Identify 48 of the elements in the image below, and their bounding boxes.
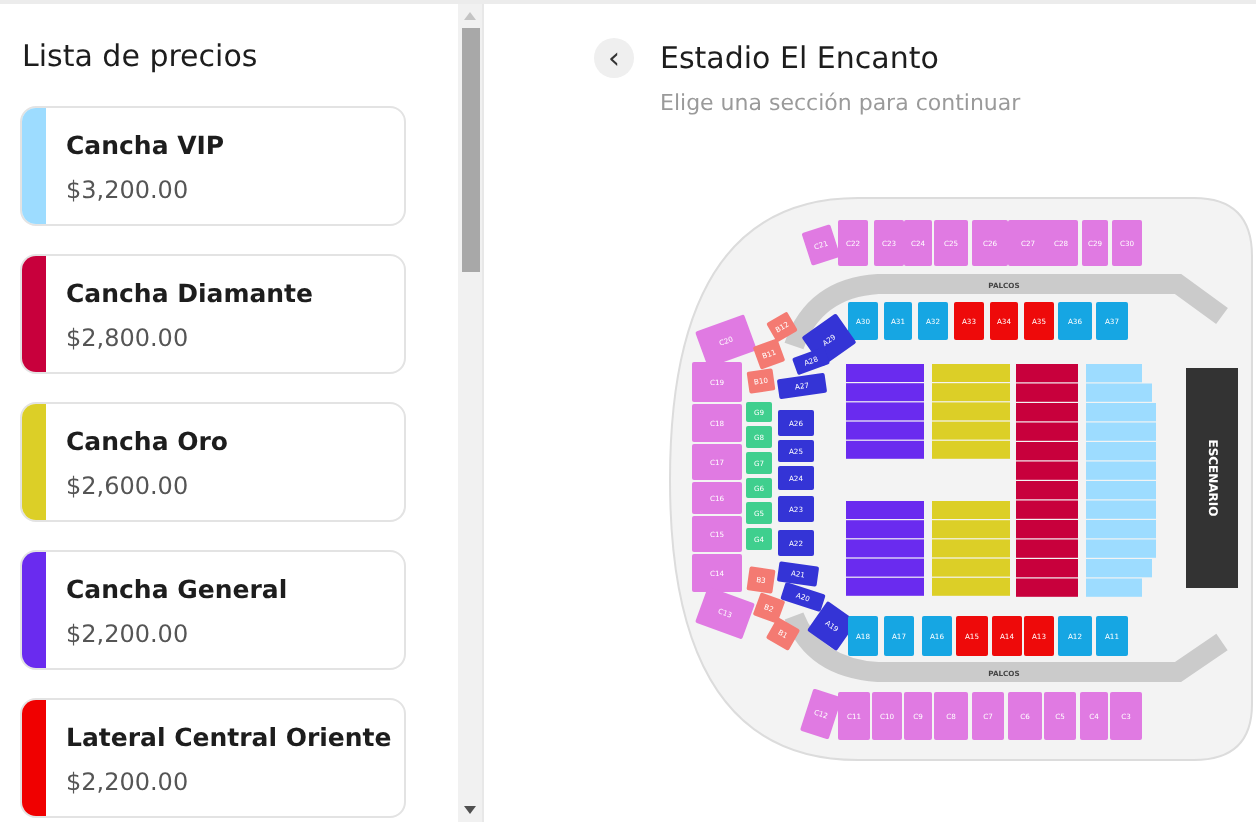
field-section[interactable] bbox=[1086, 481, 1156, 500]
field-section[interactable] bbox=[1086, 559, 1152, 578]
panel-title: Lista de precios bbox=[22, 38, 260, 74]
field-section[interactable] bbox=[846, 364, 924, 382]
field-section[interactable] bbox=[846, 520, 924, 539]
price-card[interactable]: Lateral Central Oriente $2,200.00 bbox=[20, 698, 406, 818]
field-section[interactable] bbox=[932, 539, 1010, 558]
field-section[interactable] bbox=[1016, 403, 1078, 422]
instruction-text: Elige una sección para continuar bbox=[660, 90, 1023, 116]
category-price: $2,200.00 bbox=[66, 767, 191, 795]
field-section[interactable] bbox=[1016, 559, 1078, 578]
field-section[interactable] bbox=[1016, 364, 1078, 383]
field-section[interactable] bbox=[846, 402, 924, 421]
field-section[interactable] bbox=[1016, 442, 1078, 461]
scrollbar[interactable] bbox=[458, 4, 482, 822]
scroll-down-icon[interactable] bbox=[462, 804, 478, 816]
price-card[interactable]: Cancha General $2,200.00 bbox=[20, 550, 406, 670]
category-price: $2,800.00 bbox=[66, 323, 191, 351]
field-section[interactable] bbox=[932, 520, 1010, 539]
field-section[interactable] bbox=[1086, 442, 1156, 461]
category-name: Cancha Diamante bbox=[66, 277, 314, 307]
field-section[interactable] bbox=[1016, 520, 1078, 539]
field-section[interactable] bbox=[932, 501, 1010, 519]
field-section[interactable] bbox=[1086, 520, 1156, 539]
scroll-thumb[interactable] bbox=[461, 28, 479, 272]
field-section[interactable] bbox=[1016, 481, 1078, 500]
field-section[interactable] bbox=[932, 402, 1010, 421]
field-section[interactable] bbox=[846, 383, 924, 402]
price-card[interactable]: Cancha Diamante $2,800.00 bbox=[20, 254, 406, 374]
field-section[interactable] bbox=[846, 501, 924, 519]
category-price: $3,200.00 bbox=[66, 175, 191, 203]
venue-title: Estadio El Encanto bbox=[660, 40, 939, 76]
category-price: $2,200.00 bbox=[66, 619, 191, 647]
category-name: Cancha General bbox=[66, 573, 288, 603]
field-section[interactable] bbox=[932, 383, 1010, 402]
palcos-band[interactable] bbox=[784, 612, 1228, 682]
category-name: Lateral Central Oriente bbox=[66, 721, 392, 751]
field-section[interactable] bbox=[1086, 364, 1142, 383]
back-button[interactable]: ‹ bbox=[594, 38, 634, 78]
field-section[interactable] bbox=[932, 364, 1010, 382]
category-price: $2,600.00 bbox=[66, 471, 191, 499]
category-name: Cancha VIP bbox=[66, 129, 225, 159]
field-section[interactable] bbox=[1086, 403, 1156, 422]
scroll-up-icon[interactable] bbox=[462, 10, 478, 22]
price-card[interactable]: Cancha Oro $2,600.00 bbox=[20, 402, 406, 522]
category-name: Cancha Oro bbox=[66, 425, 228, 455]
field-section[interactable] bbox=[846, 539, 924, 558]
price-card[interactable]: Cancha VIP $3,200.00 bbox=[20, 106, 406, 226]
